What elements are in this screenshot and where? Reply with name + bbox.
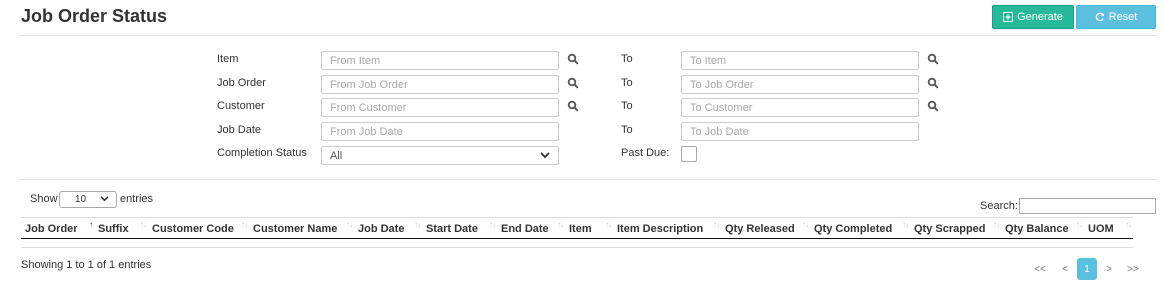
- column-header-suffix[interactable]: Suffix ↑↓: [94, 217, 148, 239]
- table-info: Showing 1 to 1 of 1 entries: [21, 259, 152, 271]
- refresh-icon: [1095, 12, 1105, 22]
- sort-icon: ↑↓: [605, 220, 612, 229]
- to-customer-label: To: [621, 100, 633, 112]
- sort-icon: ↑↓: [346, 220, 353, 229]
- column-header-item-description[interactable]: Item Description ↑↓: [613, 217, 721, 239]
- column-header-qty-balance[interactable]: Qty Balance ↑↓: [1001, 217, 1084, 239]
- to-job-date-input[interactable]: [681, 122, 919, 141]
- sort-icon: ↑↓: [902, 220, 909, 229]
- chevron-down-icon: [100, 194, 109, 205]
- to-job-order-label: To: [621, 77, 633, 89]
- reset-button[interactable]: Reset: [1076, 5, 1156, 29]
- table-search-input[interactable]: [1019, 198, 1156, 214]
- column-header-job-date[interactable]: Job Date ↑↓: [354, 217, 422, 239]
- column-header-item[interactable]: Item ↑↓: [565, 217, 613, 239]
- sort-icon: ↑↓: [1076, 220, 1083, 229]
- column-header-qty-scrapped[interactable]: Qty Scrapped ↑↓: [910, 217, 1001, 239]
- from-customer-input[interactable]: [321, 98, 559, 117]
- results-table: Job Order ↑ Suffix ↑↓ Customer Code ↑↓ Cust…: [21, 217, 1133, 248]
- column-header-job-order[interactable]: Job Order ↑: [21, 217, 94, 239]
- search-icon[interactable]: [567, 53, 581, 67]
- first-page-button[interactable]: <<: [1030, 258, 1050, 280]
- completion-status-value: All: [330, 149, 343, 162]
- table-header-row: Job Order ↑ Suffix ↑↓ Customer Code ↑↓ Cust…: [21, 217, 1133, 239]
- from-job-order-input[interactable]: [321, 75, 559, 94]
- sort-icon: ↑↓: [1125, 220, 1132, 229]
- from-item-input[interactable]: [321, 51, 559, 70]
- completion-status-select[interactable]: All: [321, 146, 559, 165]
- page-length-value: 10: [75, 194, 87, 205]
- sort-asc-icon: ↑: [89, 220, 93, 229]
- header-divider: [20, 35, 1157, 36]
- completion-status-label: Completion Status: [217, 147, 307, 159]
- item-label: Item: [217, 53, 239, 65]
- search-icon[interactable]: [567, 77, 581, 91]
- sort-icon: ↑↓: [241, 220, 248, 229]
- search-icon[interactable]: [927, 100, 941, 114]
- table-row: [21, 238, 1133, 248]
- past-due-checkbox[interactable]: [681, 146, 697, 162]
- to-item-label: To: [621, 53, 633, 65]
- sort-icon: ↑↓: [489, 220, 496, 229]
- column-header-customer-code[interactable]: Customer Code ↑↓: [148, 217, 249, 239]
- column-header-start-date[interactable]: Start Date ↑↓: [422, 217, 497, 239]
- generate-button[interactable]: Generate: [992, 5, 1074, 29]
- to-job-order-input[interactable]: [681, 75, 919, 94]
- column-header-qty-released[interactable]: Qty Released ↑↓: [721, 217, 810, 239]
- prev-page-button[interactable]: <: [1057, 258, 1073, 280]
- page-length-select[interactable]: 10: [59, 191, 117, 208]
- sort-icon: ↑↓: [802, 220, 809, 229]
- page-title: Job Order Status: [21, 6, 168, 26]
- filter-divider: [20, 179, 1157, 180]
- sort-icon: ↑↓: [140, 220, 147, 229]
- last-page-button[interactable]: >>: [1123, 258, 1143, 280]
- to-item-input[interactable]: [681, 51, 919, 70]
- next-page-button[interactable]: >: [1101, 258, 1117, 280]
- column-header-end-date[interactable]: End Date ↑↓: [497, 217, 565, 239]
- show-label: Show: [30, 193, 58, 205]
- search-label: Search:: [980, 200, 1018, 212]
- reset-button-label: Reset: [1108, 11, 1138, 23]
- sort-icon: ↑↓: [713, 220, 720, 229]
- to-job-date-label: To: [621, 124, 633, 136]
- past-due-label: Past Due:: [621, 147, 670, 159]
- column-header-uom[interactable]: UOM ↑↓: [1084, 217, 1133, 239]
- column-header-qty-completed[interactable]: Qty Completed ↑↓: [810, 217, 910, 239]
- page-1-button[interactable]: 1: [1077, 258, 1097, 280]
- search-icon[interactable]: [927, 77, 941, 91]
- customer-label: Customer: [217, 100, 265, 112]
- generate-button-label: Generate: [1017, 11, 1063, 23]
- job-order-label: Job Order: [217, 77, 266, 89]
- sort-icon: ↑↓: [414, 220, 421, 229]
- chevron-down-icon: [540, 150, 550, 162]
- sort-icon: ↑↓: [557, 220, 564, 229]
- search-icon[interactable]: [567, 100, 581, 114]
- search-icon[interactable]: [927, 53, 941, 67]
- column-header-customer-name[interactable]: Customer Name ↑↓: [249, 217, 354, 239]
- from-job-date-input[interactable]: [321, 122, 559, 141]
- job-date-label: Job Date: [217, 124, 262, 136]
- entries-label: entries: [120, 193, 154, 205]
- sort-icon: ↑↓: [993, 220, 1000, 229]
- plus-square-icon: [1003, 12, 1014, 22]
- to-customer-input[interactable]: [681, 98, 919, 117]
